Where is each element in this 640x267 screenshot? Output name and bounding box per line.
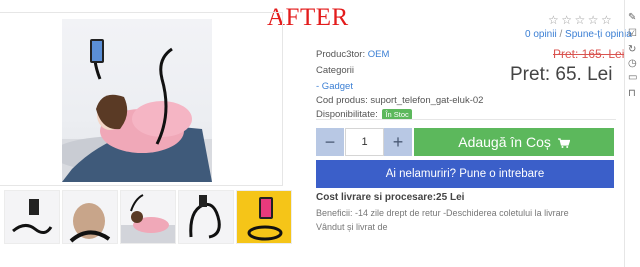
product-code-row: Cod produs: suport_telefon_gat-eluk-02 <box>316 95 483 106</box>
benefits-text: Beneficii: -14 zile drept de retur -Desc… <box>316 208 569 218</box>
current-price: Pret: 65. Lei <box>510 64 613 85</box>
thumbnail-3[interactable] <box>120 190 176 244</box>
thumbnail-5-image <box>247 197 283 241</box>
product-code-value: suport_telefon_gat-eluk-02 <box>370 95 484 106</box>
sidebar-truck-icon[interactable]: ▭ <box>628 72 637 83</box>
thumbnail-2[interactable] <box>62 190 118 244</box>
sidebar-clock-icon[interactable]: ◷ <box>628 58 637 69</box>
add-to-cart-button[interactable]: Adaugă în Coș <box>414 128 614 156</box>
quantity-plus-button[interactable]: + <box>384 128 412 156</box>
sidebar-refresh-icon[interactable]: ↻ <box>628 44 636 55</box>
thumbnail-4[interactable] <box>178 190 234 244</box>
right-sidebar <box>624 0 640 267</box>
sidebar-lock-icon[interactable]: ⊓ <box>628 88 636 99</box>
producer-link[interactable]: OEM <box>368 49 390 60</box>
category-link[interactable]: - Gadget <box>316 81 353 92</box>
main-product-image[interactable] <box>62 19 212 182</box>
quantity-minus-button[interactable]: − <box>316 128 344 156</box>
sold-by-text: Vândut și livrat de <box>316 222 388 232</box>
category-label: Categorii <box>316 65 355 76</box>
reviews-separator: / <box>556 29 566 40</box>
opinions-count-link[interactable]: 0 opinii <box>525 29 557 40</box>
sidebar-edit-icon[interactable]: ✎ <box>628 12 636 23</box>
old-price: Pret: 165. Lei <box>553 47 625 61</box>
reviews-line: 0 opinii / Spune-ți opinia <box>525 29 632 40</box>
thumbnail-2-image <box>69 203 111 243</box>
thumbnail-1-image <box>12 199 53 234</box>
producer-row: Produc3tor: OEM <box>316 49 389 60</box>
thumbnail-1[interactable] <box>4 190 60 244</box>
thumbnail-3-image <box>121 194 175 243</box>
rating-stars[interactable]: ☆☆☆☆☆ <box>548 13 614 27</box>
quantity-input[interactable]: 1 <box>345 128 384 156</box>
ask-question-button[interactable]: Ai nelamuriri? Pune o intrebare <box>316 160 614 188</box>
add-to-cart-label: Adaugă în Coș <box>458 134 551 150</box>
cart-icon <box>557 138 571 148</box>
shipping-cost: Cost livrare si procesare:25 Lei <box>316 192 465 203</box>
sidebar-check-icon[interactable]: ☑ <box>628 28 637 39</box>
producer-label: Produc3tor: <box>316 49 366 60</box>
product-code-label: Cod produs: <box>316 95 368 106</box>
thumbnail-4-image <box>189 195 221 239</box>
thumbnail-5[interactable] <box>236 190 292 244</box>
product-photo-illustration <box>62 39 212 182</box>
details-divider <box>316 119 616 120</box>
write-review-link[interactable]: Spune-ți opinia <box>565 29 632 40</box>
